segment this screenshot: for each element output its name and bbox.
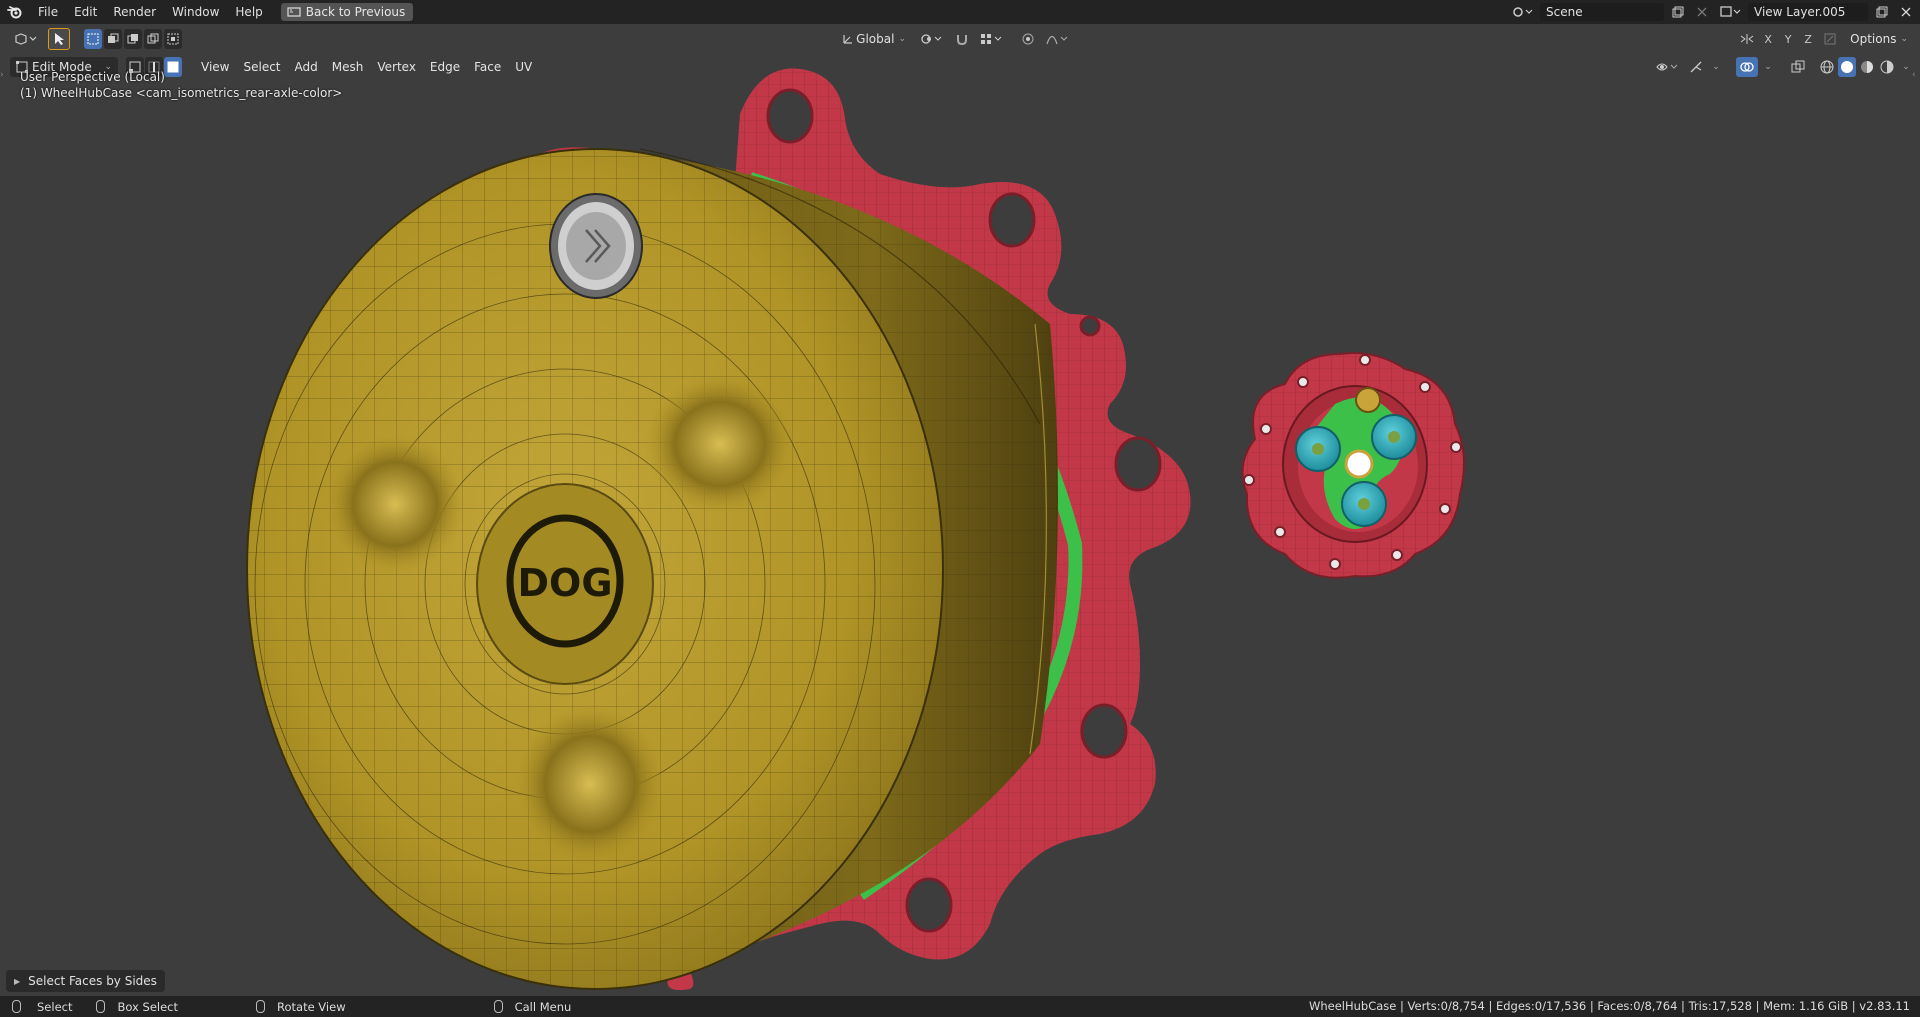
auto-merge-icon[interactable]	[1820, 29, 1840, 49]
menu-view[interactable]: View	[194, 56, 236, 78]
expand-triangle-icon: ▶	[14, 976, 21, 986]
gizmo-toggle-icon[interactable]	[1686, 57, 1706, 77]
status-bar: Select Box Select Rotate View Call Menu …	[0, 996, 1920, 1017]
mouse-left-icon	[12, 1000, 21, 1013]
menu-face[interactable]: Face	[467, 56, 508, 78]
select-mode-intersect-icon[interactable]	[164, 29, 182, 49]
last-operator-panel[interactable]: ▶ Select Faces by Sides	[6, 970, 165, 992]
status-select: Select	[12, 1000, 72, 1014]
shading-wireframe-icon[interactable]	[1818, 57, 1836, 77]
axis-y-toggle[interactable]: Y	[1780, 33, 1796, 46]
mouse-right-icon	[493, 1000, 503, 1013]
snap-toggle-icon[interactable]	[952, 29, 972, 49]
status-box-select-label: Box Select	[117, 999, 178, 1014]
scene-selector-icon[interactable]	[1508, 3, 1536, 21]
axis-z-toggle[interactable]: Z	[1800, 33, 1816, 46]
select-mode-subtract-icon[interactable]	[124, 29, 142, 49]
menu-add[interactable]: Add	[288, 56, 325, 78]
last-operator-label: Select Faces by Sides	[28, 974, 157, 988]
menu-file[interactable]: File	[30, 0, 66, 24]
blender-logo-icon[interactable]	[0, 0, 30, 24]
scene-name-field[interactable]: Scene	[1540, 3, 1664, 21]
overlays-toggle-icon[interactable]	[1736, 57, 1758, 77]
mirror-axis-icon[interactable]	[1738, 29, 1756, 49]
view-layer-selector-icon[interactable]	[1716, 3, 1744, 21]
menu-vertex[interactable]: Vertex	[370, 56, 423, 78]
shading-dropdown-icon[interactable]: ⌄	[1900, 57, 1912, 77]
menu-help[interactable]: Help	[227, 0, 270, 24]
new-view-layer-icon[interactable]	[1872, 3, 1892, 21]
view-layer-name-field[interactable]: View Layer.005	[1748, 3, 1868, 21]
mouse-drag-icon	[96, 1000, 106, 1013]
menu-edge[interactable]: Edge	[423, 56, 467, 78]
shading-solid-icon[interactable]	[1838, 57, 1856, 77]
options-dropdown[interactable]: Options ⌄	[1844, 29, 1914, 49]
xray-toggle-icon[interactable]	[1788, 57, 1808, 77]
new-scene-icon[interactable]	[1668, 3, 1688, 21]
menu-select[interactable]: Select	[236, 56, 287, 78]
mouse-middle-icon	[256, 1000, 265, 1013]
editor-type-icon[interactable]	[8, 29, 44, 49]
overlays-dropdown-icon[interactable]: ⌄	[1762, 57, 1774, 77]
delete-scene-icon[interactable]	[1692, 3, 1712, 21]
small-hub-part	[1241, 352, 1465, 579]
shading-material-icon[interactable]	[1858, 57, 1876, 77]
transform-orientation-dropdown[interactable]: Global ⌄	[836, 29, 912, 49]
view-perspective-label: User Perspective (Local)	[20, 70, 165, 84]
face-select-mode-icon[interactable]	[164, 57, 182, 77]
scene-statistics: WheelHubCase | Verts:0/8,754 | Edges:0/1…	[1308, 999, 1910, 1013]
axis-x-toggle[interactable]: X	[1760, 33, 1776, 46]
select-tool-icon[interactable]	[48, 28, 70, 50]
status-rotate-view: Rotate View	[256, 1000, 346, 1014]
pivot-point-icon[interactable]	[918, 29, 946, 49]
3d-viewport[interactable]: DOG Global ⌄ X Y Z Options ⌄ Edit Mode ⌄…	[0, 24, 1920, 996]
hub-logo-text: DOG	[517, 561, 612, 605]
status-call-menu: Call Menu	[493, 999, 572, 1014]
options-label: Options	[1850, 32, 1897, 46]
menu-mesh[interactable]: Mesh	[325, 56, 371, 78]
sidebar-expand-icon[interactable]: ‹	[1912, 70, 1920, 84]
proportional-edit-icon[interactable]	[1018, 29, 1038, 49]
toolbar-expand-icon[interactable]: ›	[0, 70, 8, 84]
active-object-label: (1) WheelHubCase <cam_isometrics_rear-ax…	[20, 86, 343, 100]
menu-render[interactable]: Render	[105, 0, 164, 24]
status-box-select: Box Select	[96, 1000, 178, 1014]
proportional-falloff-icon[interactable]	[1044, 29, 1072, 49]
select-mode-difference-icon[interactable]	[144, 29, 162, 49]
top-bar: File Edit Render Window Help Back to Pre…	[0, 0, 1920, 24]
select-mode-new-icon[interactable]	[84, 29, 102, 49]
delete-view-layer-icon[interactable]	[1896, 3, 1916, 21]
menu-edit[interactable]: Edit	[66, 0, 105, 24]
status-rotate-view-label: Rotate View	[277, 999, 346, 1014]
status-call-menu-label: Call Menu	[514, 999, 572, 1014]
back-to-previous-label: Back to Previous	[305, 5, 406, 19]
viewport-scene: DOG	[246, 68, 1465, 990]
snap-element-icon[interactable]	[978, 29, 1006, 49]
back-to-previous-button[interactable]: Back to Previous	[280, 3, 414, 21]
chevron-down-icon: ⌄	[1900, 34, 1908, 44]
orientation-label: Global	[856, 32, 895, 46]
shading-rendered-icon[interactable]	[1878, 57, 1896, 77]
status-select-label: Select	[37, 999, 73, 1014]
screen-icon	[287, 6, 301, 17]
editor-header: Edit Mode ⌄ View Select Add Mesh Vertex …	[0, 54, 1920, 80]
chevron-down-icon: ⌄	[898, 34, 906, 44]
select-mode-extend-icon[interactable]	[104, 29, 122, 49]
tool-header: Global ⌄ X Y Z Options ⌄	[0, 24, 1920, 54]
gizmo-dropdown-icon[interactable]: ⌄	[1710, 57, 1722, 77]
visibility-selectability-icon[interactable]	[1654, 57, 1682, 77]
menu-window[interactable]: Window	[164, 0, 227, 24]
axis-icon	[843, 35, 852, 44]
menu-uv[interactable]: UV	[508, 56, 539, 78]
